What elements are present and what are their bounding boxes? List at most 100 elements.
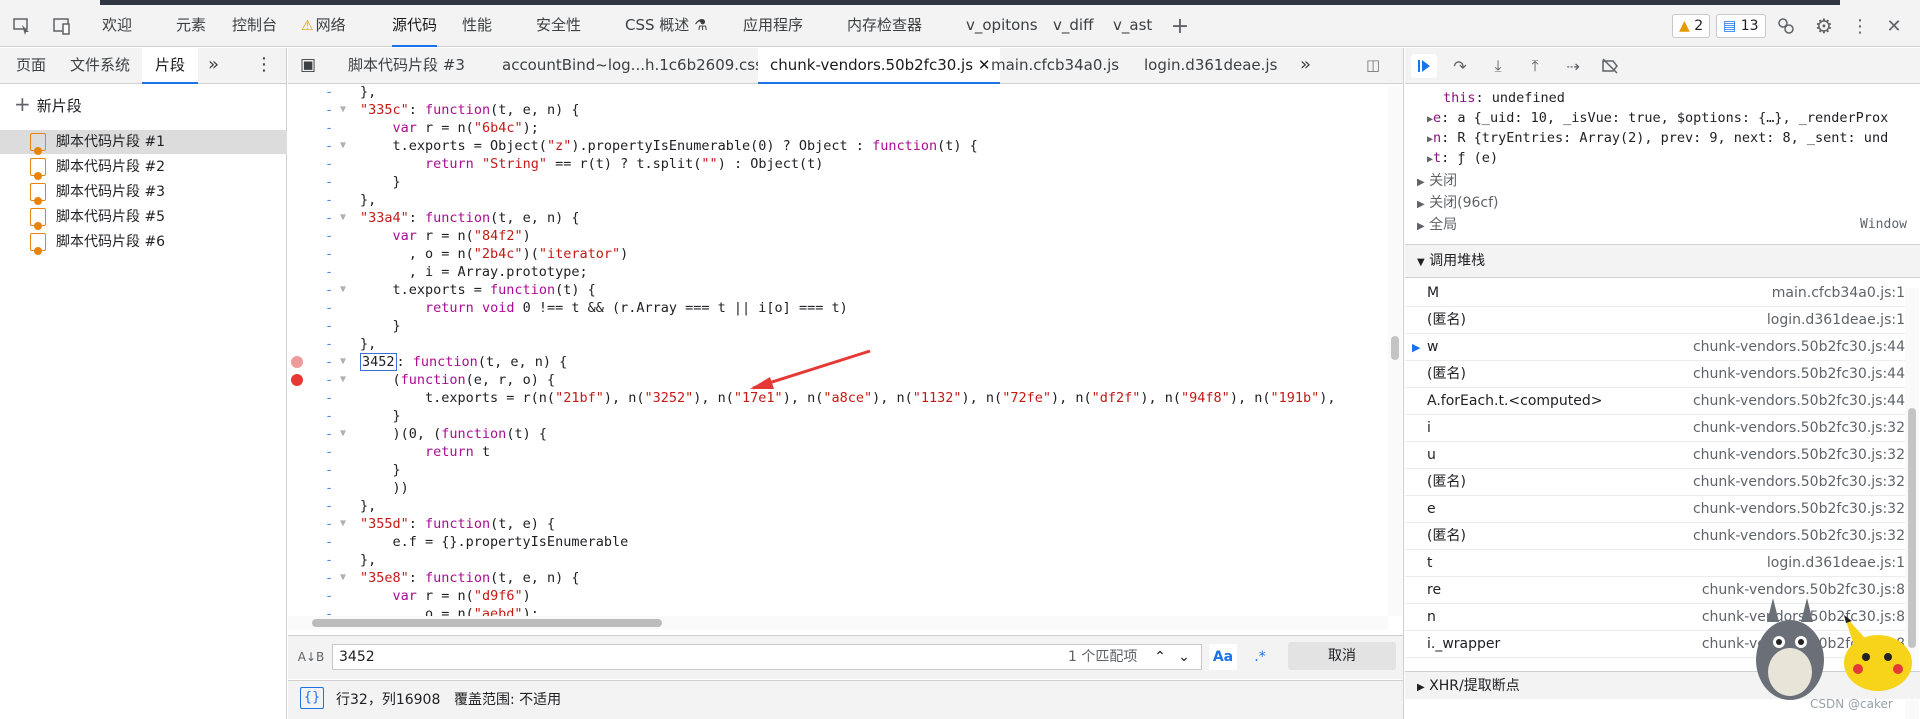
editor-hscroll-thumb[interactable] (312, 619, 662, 627)
code-line[interactable]: - e.f = {}.propertyIsEnumerable (288, 533, 1388, 551)
tab-v-diff[interactable]: v_diff (1053, 5, 1093, 47)
line-marker[interactable]: - (325, 263, 333, 281)
nav-tab-snippets[interactable]: 片段 (142, 48, 199, 84)
scope-t[interactable]: ▶t: ƒ (e) (1427, 148, 1920, 168)
nav-more-options-icon[interactable]: ⋮ (255, 48, 273, 84)
tab-application[interactable]: 应用程序 (743, 5, 803, 47)
more-tabs-icon[interactable]: » (208, 48, 219, 84)
code-line[interactable]: -}, (288, 191, 1388, 209)
code-line[interactable]: - } (288, 173, 1388, 191)
editor-tab-active[interactable]: chunk-vendors.50b2fc30.js ✕ (758, 48, 1001, 84)
search-next-icon[interactable]: ⌄ (1174, 644, 1194, 670)
tab-css-overview[interactable]: CSS 概述 ⚗ (625, 5, 708, 47)
nav-tab-filesystem[interactable]: 文件系统 (70, 48, 130, 84)
more-options-icon[interactable]: ⋮ (1848, 15, 1872, 37)
code-line[interactable]: - var r = n("d9f6") (288, 587, 1388, 605)
code-line[interactable]: - , i = Array.prototype; (288, 263, 1388, 281)
frame-location[interactable]: chunk-vendors.50b2fc30.js:32 (1693, 415, 1905, 442)
snippet-item[interactable]: 脚本代码片段 #5 (0, 205, 287, 230)
scope-n[interactable]: ▶n: R {tryEntries: Array(2), prev: 9, ne… (1427, 128, 1920, 148)
line-marker[interactable]: - (325, 353, 333, 371)
callstack-frame[interactable]: t login.d361deae.js:1 (1405, 550, 1905, 577)
close-tab-icon[interactable]: ✕ (978, 56, 991, 74)
snippet-item[interactable]: 脚本代码片段 #1 (0, 130, 287, 155)
code-line[interactable]: - var r = n("6b4c"); (288, 119, 1388, 137)
fold-icon[interactable]: ▼ (340, 425, 346, 443)
frame-location[interactable]: main.cfcb34a0.js:1 (1772, 280, 1905, 307)
callstack-frame[interactable]: (匿名) chunk-vendors.50b2fc30.js:32 (1405, 523, 1905, 550)
callstack-frame[interactable]: (匿名) chunk-vendors.50b2fc30.js:32 (1405, 469, 1905, 496)
callstack-header[interactable]: ▼ 调用堆栈 (1405, 244, 1920, 278)
line-marker[interactable]: - (325, 335, 333, 353)
tab-security[interactable]: 安全性 (536, 5, 581, 47)
scope-e[interactable]: ▶e: a {_uid: 10, _isVue: true, $options:… (1427, 108, 1920, 128)
snippet-item[interactable]: 脚本代码片段 #6 (0, 230, 287, 255)
tab-console[interactable]: 控制台 (232, 5, 277, 47)
tab-performance[interactable]: 性能 (462, 5, 492, 47)
fold-icon[interactable]: ▼ (340, 101, 346, 119)
resume-icon[interactable] (1411, 54, 1437, 78)
line-marker[interactable]: - (325, 317, 333, 335)
step-into-icon[interactable]: ⤓ (1485, 54, 1511, 78)
code-line[interactable]: - t.exports = r(n("21bf"), n("3252"), n(… (288, 389, 1388, 407)
code-line[interactable]: - ▼ t.exports = function(t) { (288, 281, 1388, 299)
line-marker[interactable]: - (325, 281, 333, 299)
step-out-icon[interactable]: ⤒ (1522, 54, 1548, 78)
editor-vscroll[interactable] (1388, 86, 1402, 616)
callstack-frame[interactable]: (匿名) chunk-vendors.50b2fc30.js:44 (1405, 361, 1905, 388)
regex-button[interactable]: .* (1246, 644, 1274, 670)
callstack-frame[interactable]: u chunk-vendors.50b2fc30.js:32 (1405, 442, 1905, 469)
warnings-badge[interactable]: ▲ 2 (1672, 14, 1711, 38)
line-marker[interactable]: - (325, 569, 333, 587)
frame-location[interactable]: chunk-vendors.50b2fc30.js:32 (1693, 442, 1905, 469)
line-marker[interactable]: - (325, 551, 333, 569)
line-marker[interactable]: - (325, 155, 333, 173)
line-marker[interactable]: - (325, 497, 333, 515)
line-marker[interactable]: - (325, 461, 333, 479)
code-line[interactable]: - , o = n("aebd"); (288, 605, 1388, 616)
code-line[interactable]: - } (288, 317, 1388, 335)
code-line[interactable]: - } (288, 407, 1388, 425)
editor-tab[interactable]: login.d361deae.js (1144, 48, 1277, 84)
fold-icon[interactable]: ▼ (340, 371, 346, 389)
tab-v-ast[interactable]: v_ast (1113, 5, 1152, 47)
tab-memory-inspector[interactable]: 内存检查器 (847, 5, 922, 47)
code-line[interactable]: - ▼ "35e8": function(t, e, n) { (288, 569, 1388, 587)
code-line[interactable]: - var r = n("84f2") (288, 227, 1388, 245)
callstack-frame[interactable]: A.forEach.t.<computed> chunk-vendors.50b2… (1405, 388, 1905, 415)
frame-location[interactable]: chunk-vendors.50b2fc30.js:32 (1693, 496, 1905, 523)
line-marker[interactable]: - (325, 389, 333, 407)
code-line[interactable]: -}, (288, 335, 1388, 353)
frame-location[interactable]: chunk-vendors.50b2fc30.js:44 (1693, 361, 1905, 388)
line-marker[interactable]: - (325, 533, 333, 551)
code-line[interactable]: - ▼ 3452: function(t, e, n) { (288, 353, 1388, 371)
search-prev-icon[interactable]: ⌃ (1150, 644, 1170, 670)
line-marker[interactable]: - (325, 443, 333, 461)
fold-icon[interactable]: ▼ (340, 569, 346, 587)
code-line[interactable]: - ▼ )(0, (function(t) { (288, 425, 1388, 443)
nav-tab-page[interactable]: 页面 (16, 48, 46, 84)
line-marker[interactable]: - (325, 86, 333, 101)
frame-location[interactable]: chunk-vendors.50b2fc30.js:32 (1693, 523, 1905, 550)
line-marker[interactable]: - (325, 245, 333, 263)
snippet-item[interactable]: 脚本代码片段 #3 (0, 180, 287, 205)
inspect-element-icon[interactable] (10, 15, 34, 37)
line-marker[interactable]: - (325, 425, 333, 443)
fold-icon[interactable]: ▼ (340, 281, 346, 299)
line-marker[interactable]: - (325, 605, 333, 616)
cancel-button[interactable]: 取消 (1288, 642, 1396, 670)
breakpoint-marker[interactable] (291, 356, 303, 368)
frame-location[interactable]: login.d361deae.js:1 (1767, 550, 1905, 577)
toggle-navigator-icon[interactable]: ▣ (300, 48, 316, 84)
line-marker[interactable]: - (325, 191, 333, 209)
fold-icon[interactable]: ▼ (340, 209, 346, 227)
editor-tab[interactable]: accountBind~log...h.1c6b2609.css (502, 48, 763, 84)
editor-tab[interactable]: main.cfcb34a0.js (991, 48, 1119, 84)
editor-vscroll-thumb[interactable] (1391, 336, 1399, 360)
tab-welcome[interactable]: 欢迎 (102, 5, 132, 47)
tab-elements[interactable]: 元素 (176, 5, 206, 47)
line-marker[interactable]: - (325, 407, 333, 425)
callstack-frame[interactable]: i chunk-vendors.50b2fc30.js:32 (1405, 415, 1905, 442)
callstack-frame[interactable]: (匿名) login.d361deae.js:1 (1405, 307, 1905, 334)
code-line[interactable]: - ▼ "355d": function(t, e) { (288, 515, 1388, 533)
